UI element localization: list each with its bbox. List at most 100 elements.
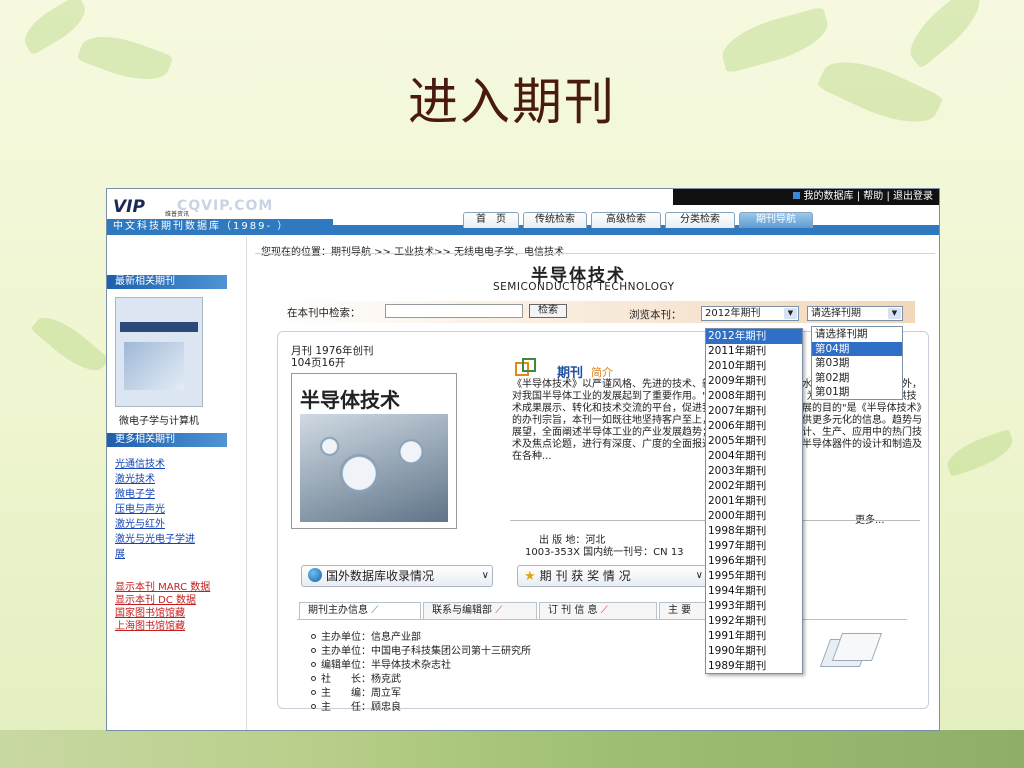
issue-option[interactable]: 请选择刊期 [812,327,902,342]
related-journal-link[interactable]: 微电子学 [115,485,155,500]
related-journal-link[interactable]: 激光与光电子学进 [115,530,195,545]
decorative-leaf [942,428,1018,478]
bullet-icon [311,676,316,681]
chevron-down-icon: ∨ [695,570,703,581]
year-option[interactable]: 1996年期刊 [706,554,802,569]
year-option[interactable]: 2010年期刊 [706,359,802,374]
divider [297,619,907,620]
tab-subscription[interactable]: 订 刊 信 息 ⟋ [539,602,657,620]
info-text: 主办单位：中国电子科技集团公司第十三研究所 [321,646,531,657]
year-option[interactable]: 2000年期刊 [706,509,802,524]
divider [255,253,935,254]
tab-contact-editorial[interactable]: 联系与编辑部 ⟋ [423,602,537,620]
journal-cover-thumbnail[interactable] [115,297,203,407]
site-logo[interactable]: VIP [113,197,173,219]
related-journal-link[interactable]: 光通信技术 [115,455,165,470]
info-text: 主 任：顾忠良 [321,702,401,713]
user-bar: 我的数据库 | 帮助 | 退出登录 [673,189,939,205]
related-journal-link[interactable]: 激光技术 [115,470,155,485]
info-text: 主 编：周立军 [321,688,401,699]
issue-option[interactable]: 第01期 [812,385,902,400]
year-option[interactable]: 2007年期刊 [706,404,802,419]
year-select-value: 2012年期刊 [705,308,761,319]
info-text: 编辑单位：半导体技术杂志社 [321,660,451,671]
chevron-down-icon[interactable]: ▼ [784,308,797,319]
site-header: VIP 维普资讯 CQVIP.COM 中文科技期刊数据库（1989- ） 我的数… [107,189,939,235]
year-option[interactable]: 1992年期刊 [706,614,802,629]
journal-cover: 半导体技术 [291,373,457,529]
year-option[interactable]: 2009年期刊 [706,374,802,389]
issue-option[interactable]: 第02期 [812,371,902,386]
year-option[interactable]: 1995年期刊 [706,569,802,584]
more-link[interactable]: 更多... [855,511,885,526]
related-journal-link[interactable]: 展 [115,545,125,560]
latest-journals-heading: 最新相关期刊 [107,275,227,289]
year-option[interactable]: 1991年期刊 [706,629,802,644]
tab-home[interactable]: 首 页 [463,212,519,228]
database-name: 中文科技期刊数据库（1989- ） [107,219,333,235]
year-option[interactable]: 1997年期刊 [706,539,802,554]
issue-dropdown-list[interactable]: 请选择刊期 第04期 第03期 第02期 第01期 [811,326,903,400]
separator: | [856,191,861,202]
journal-title-en: SEMICONDUCTOR TECHNOLOGY [493,281,675,293]
tab-label: 联系与编辑部 [432,605,492,616]
year-option[interactable]: 2008年期刊 [706,389,802,404]
year-dropdown-list[interactable]: 2012年期刊 2011年期刊 2010年期刊 2009年期刊 2008年期刊 … [705,328,803,674]
info-row: 主办单位：信息产业部 [311,631,711,645]
help-link[interactable]: 帮助 [863,191,883,202]
logo-domain: CQVIP.COM [177,198,274,214]
database-icon [792,192,800,199]
foreign-db-button[interactable]: 国外数据库收录情况 ∨ [301,565,493,587]
related-journal-link[interactable]: 激光与红外 [115,515,165,530]
year-select[interactable]: 2012年期刊 ▼ [701,306,799,321]
info-row: 主办单位：中国电子科技集团公司第十三研究所 [311,645,711,659]
awards-button[interactable]: ★ 期 刊 获 奖 情 况 ∨ [517,565,707,587]
tab-journal-nav[interactable]: 期刊导航 [739,212,813,228]
chevron-down-icon: ∨ [481,570,489,581]
search-label: 在本刊中检索： [287,307,361,319]
search-button[interactable]: 检索 [529,304,567,318]
year-option[interactable]: 2004年期刊 [706,449,802,464]
star-icon: ★ [524,569,536,584]
chevron-down-icon[interactable]: ▼ [888,308,901,319]
year-option[interactable]: 1998年期刊 [706,524,802,539]
bullet-icon [311,648,316,653]
journal-pages: 104页16开 [291,357,346,369]
decorative-leaf [30,307,110,381]
year-option[interactable]: 1990年期刊 [706,644,802,659]
issue-select[interactable]: 请选择刊期 ▼ [807,306,903,321]
tab-advanced-search[interactable]: 高级检索 [591,212,661,228]
leaf-icon: ⟋ [371,605,379,616]
year-option[interactable]: 2005年期刊 [706,434,802,449]
tab-category-search[interactable]: 分类检索 [665,212,735,228]
latest-journal-caption[interactable]: 微电子学与计算机 [119,412,199,427]
tab-traditional-search[interactable]: 传统检索 [523,212,587,228]
year-option[interactable]: 2002年期刊 [706,479,802,494]
year-option[interactable]: 2012年期刊 [706,329,802,344]
my-database-link[interactable]: 我的数据库 [804,191,854,202]
year-option[interactable]: 2003年期刊 [706,464,802,479]
year-option[interactable]: 2006年期刊 [706,419,802,434]
info-row: 编辑单位：半导体技术杂志社 [311,659,711,673]
globe-icon [308,568,322,582]
breadcrumb: 您现在的位置：期刊导航 >> 工业技术>> 无线电电子学、电信技术 [261,243,564,258]
related-journal-link[interactable]: 压电与声光 [115,500,165,515]
year-option[interactable]: 1989年期刊 [706,659,802,674]
year-option[interactable]: 1993年期刊 [706,599,802,614]
issue-option[interactable]: 第03期 [812,356,902,371]
shanghai-library-link[interactable]: 上海图书馆馆藏 [115,617,185,632]
journal-search-input[interactable] [385,304,523,318]
pen-icon: ⟋ [495,605,503,616]
issue-select-value: 请选择刊期 [811,308,861,319]
logout-link[interactable]: 退出登录 [893,191,933,202]
year-option[interactable]: 2001年期刊 [706,494,802,509]
separator: | [886,191,890,202]
awards-label: 期 刊 获 奖 情 况 [539,569,631,583]
bottom-photo-strip [0,730,1024,768]
year-option[interactable]: 2011年期刊 [706,344,802,359]
issue-option[interactable]: 第04期 [812,341,902,356]
tab-publisher-info[interactable]: 期刊主办信息 ⟋ [299,602,421,620]
year-option[interactable]: 1994年期刊 [706,584,802,599]
info-row: 主 任：顾忠良 [311,701,711,715]
tab-label: 订 刊 信 息 [548,605,598,616]
